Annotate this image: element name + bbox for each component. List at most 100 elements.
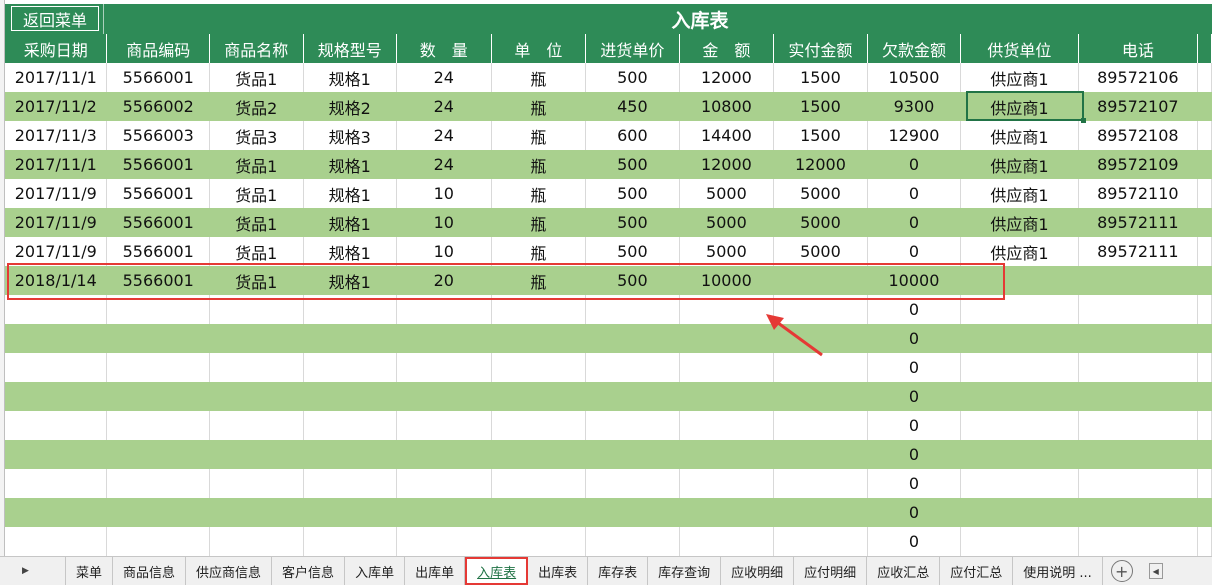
table-cell[interactable]: 0 bbox=[868, 208, 962, 237]
table-cell[interactable] bbox=[210, 440, 304, 469]
table-cell[interactable]: 5000 bbox=[774, 179, 868, 208]
table-cell[interactable]: 规格1 bbox=[304, 237, 398, 266]
sheet-tab[interactable]: 菜单 bbox=[66, 557, 114, 585]
triangle-right-icon[interactable]: ▶ bbox=[0, 557, 66, 585]
table-cell[interactable]: 规格1 bbox=[304, 208, 398, 237]
table-cell[interactable]: 2017/11/3 bbox=[5, 121, 108, 150]
table-cell[interactable] bbox=[397, 324, 492, 353]
table-cell[interactable] bbox=[5, 498, 107, 527]
table-cell[interactable]: 1500 bbox=[774, 63, 868, 92]
table-cell[interactable] bbox=[774, 353, 868, 382]
table-cell[interactable]: 9300 bbox=[868, 92, 962, 121]
sheet-tab[interactable]: 客户信息 bbox=[272, 557, 346, 585]
table-cell[interactable]: 500 bbox=[586, 237, 680, 266]
table-cell[interactable] bbox=[397, 498, 492, 527]
table-cell[interactable] bbox=[1079, 469, 1199, 498]
back-to-menu-button[interactable]: 返回菜单 bbox=[11, 6, 99, 31]
table-cell[interactable] bbox=[774, 324, 868, 353]
table-cell[interactable] bbox=[397, 295, 492, 324]
table-cell[interactable]: 瓶 bbox=[492, 92, 587, 121]
table-cell[interactable] bbox=[210, 469, 304, 498]
table-cell[interactable]: 500 bbox=[586, 208, 680, 237]
table-cell[interactable] bbox=[1198, 150, 1212, 179]
table-cell[interactable]: 货品1 bbox=[210, 179, 304, 208]
table-cell[interactable]: 5000 bbox=[774, 208, 868, 237]
header-cell-name[interactable]: 商品名称 bbox=[210, 34, 304, 63]
table-cell[interactable]: 500 bbox=[586, 63, 680, 92]
table-cell[interactable]: 24 bbox=[397, 63, 492, 92]
table-cell[interactable]: 10000 bbox=[680, 266, 775, 295]
table-cell[interactable] bbox=[210, 353, 304, 382]
table-cell[interactable] bbox=[492, 469, 587, 498]
table-cell[interactable] bbox=[492, 382, 587, 411]
table-cell[interactable]: 0 bbox=[868, 382, 962, 411]
table-cell[interactable]: 10000 bbox=[868, 266, 962, 295]
table-cell[interactable] bbox=[107, 440, 209, 469]
table-cell[interactable] bbox=[680, 411, 775, 440]
table-cell[interactable] bbox=[1198, 179, 1212, 208]
table-cell[interactable]: 规格1 bbox=[304, 63, 398, 92]
table-cell[interactable] bbox=[397, 382, 492, 411]
table-cell[interactable] bbox=[1198, 324, 1212, 353]
sheet-tab[interactable]: 入库单 bbox=[345, 557, 406, 585]
table-cell[interactable]: 货品1 bbox=[210, 63, 304, 92]
table-cell[interactable]: 2017/11/9 bbox=[5, 237, 108, 266]
table-cell[interactable]: 规格3 bbox=[304, 121, 398, 150]
table-cell[interactable] bbox=[680, 353, 775, 382]
table-cell[interactable]: 5000 bbox=[774, 237, 868, 266]
header-cell-extra[interactable] bbox=[1198, 34, 1212, 63]
table-cell[interactable]: 供应商1 bbox=[961, 121, 1079, 150]
table-cell[interactable] bbox=[680, 498, 775, 527]
table-cell[interactable] bbox=[1198, 63, 1212, 92]
table-cell[interactable] bbox=[680, 440, 775, 469]
table-cell[interactable] bbox=[1079, 440, 1198, 469]
table-cell[interactable]: 供应商1 bbox=[961, 150, 1078, 179]
table-cell[interactable]: 供应商1 bbox=[961, 63, 1079, 92]
sheet-tab[interactable]: 应收明细 bbox=[721, 557, 795, 585]
table-cell[interactable] bbox=[961, 498, 1078, 527]
table-cell[interactable]: 5566001 bbox=[107, 266, 209, 295]
table-cell[interactable] bbox=[397, 469, 492, 498]
table-cell[interactable] bbox=[961, 266, 1078, 295]
table-cell[interactable]: 10 bbox=[397, 208, 492, 237]
sheet-tab[interactable]: 库存表 bbox=[588, 557, 649, 585]
table-cell[interactable]: 450 bbox=[586, 92, 680, 121]
table-cell[interactable]: 货品1 bbox=[210, 150, 304, 179]
table-cell[interactable]: 瓶 bbox=[492, 150, 587, 179]
table-cell[interactable]: 供应商1 bbox=[961, 92, 1078, 121]
table-cell[interactable]: 供应商1 bbox=[961, 179, 1079, 208]
table-cell[interactable]: 89572106 bbox=[1079, 63, 1199, 92]
table-cell[interactable]: 89572111 bbox=[1079, 208, 1198, 237]
table-cell[interactable] bbox=[492, 295, 587, 324]
spreadsheet-grid[interactable]: 返回菜单 入库表 采购日期 商品编码 商品名称 规格型号 数 量 单 位 进货单… bbox=[0, 0, 1212, 556]
table-cell[interactable] bbox=[304, 295, 398, 324]
table-cell[interactable] bbox=[1079, 353, 1199, 382]
table-cell[interactable]: 瓶 bbox=[492, 237, 587, 266]
table-cell[interactable] bbox=[586, 324, 680, 353]
table-cell[interactable]: 规格1 bbox=[304, 150, 398, 179]
table-cell[interactable]: 规格1 bbox=[304, 266, 398, 295]
header-cell-date[interactable]: 采购日期 bbox=[5, 34, 108, 63]
table-cell[interactable] bbox=[680, 324, 775, 353]
sheet-tab[interactable]: 应付汇总 bbox=[940, 557, 1014, 585]
header-cell-quantity[interactable]: 数 量 bbox=[397, 34, 492, 63]
table-cell[interactable] bbox=[961, 295, 1079, 324]
table-cell[interactable]: 2018/1/14 bbox=[5, 266, 107, 295]
table-cell[interactable]: 货品1 bbox=[210, 237, 304, 266]
sheet-tab[interactable]: 应付明细 bbox=[794, 557, 868, 585]
table-cell[interactable]: 货品1 bbox=[210, 208, 304, 237]
table-cell[interactable]: 货品1 bbox=[210, 266, 304, 295]
header-cell-phone[interactable]: 电话 bbox=[1079, 34, 1199, 63]
table-cell[interactable] bbox=[1198, 353, 1212, 382]
table-cell[interactable] bbox=[304, 469, 398, 498]
header-cell-owed[interactable]: 欠款金额 bbox=[868, 34, 962, 63]
table-cell[interactable] bbox=[107, 382, 209, 411]
table-cell[interactable] bbox=[5, 527, 108, 556]
table-cell[interactable] bbox=[1198, 121, 1212, 150]
table-cell[interactable] bbox=[961, 469, 1079, 498]
table-cell[interactable]: 24 bbox=[397, 121, 492, 150]
table-cell[interactable]: 5000 bbox=[680, 237, 775, 266]
table-cell[interactable]: 1500 bbox=[774, 121, 868, 150]
table-cell[interactable] bbox=[107, 353, 210, 382]
table-cell[interactable]: 2017/11/1 bbox=[5, 150, 107, 179]
